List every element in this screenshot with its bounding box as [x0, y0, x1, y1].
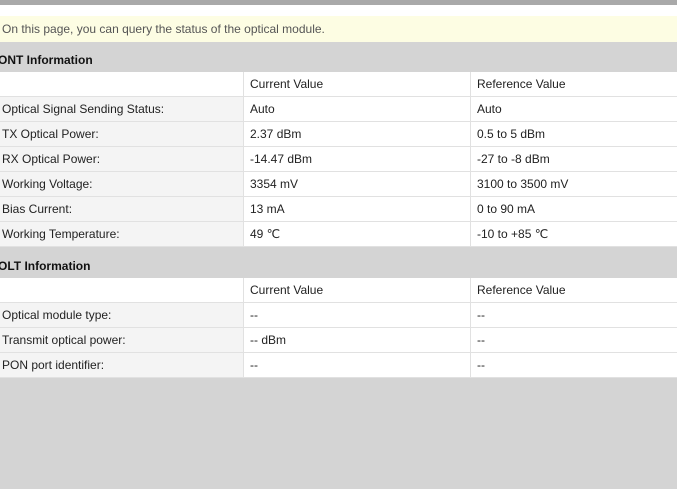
table-row: RX Optical Power: -14.47 dBm -27 to -8 d…: [0, 146, 677, 172]
header-blank-cell: [0, 72, 244, 97]
row-label: Bias Current:: [0, 196, 244, 222]
row-current-value: 2.37 dBm: [243, 121, 471, 147]
olt-section-title: OLT Information: [0, 254, 677, 278]
row-reference-value: 0 to 90 mA: [470, 196, 677, 222]
table-row: Bias Current: 13 mA 0 to 90 mA: [0, 196, 677, 222]
row-reference-value: 0.5 to 5 dBm: [470, 121, 677, 147]
row-reference-value: Auto: [470, 96, 677, 122]
olt-info-table: Current Value Reference Value Optical mo…: [0, 278, 677, 378]
row-reference-value: --: [470, 352, 677, 378]
row-label: PON port identifier:: [0, 352, 244, 378]
row-current-value: 3354 mV: [243, 171, 471, 197]
row-reference-value: -27 to -8 dBm: [470, 146, 677, 172]
table-header-row: Current Value Reference Value: [0, 278, 677, 303]
header-reference-value: Reference Value: [470, 72, 677, 97]
header-current-value: Current Value: [243, 278, 471, 303]
header-blank-cell: [0, 278, 244, 303]
row-current-value: -14.47 dBm: [243, 146, 471, 172]
table-row: Optical module type: -- --: [0, 302, 677, 328]
row-reference-value: --: [470, 327, 677, 353]
table-row: PON port identifier: -- --: [0, 352, 677, 378]
row-label: TX Optical Power:: [0, 121, 244, 147]
row-label: RX Optical Power:: [0, 146, 244, 172]
row-current-value: --: [243, 352, 471, 378]
row-label: Optical Signal Sending Status:: [0, 96, 244, 122]
row-current-value: -- dBm: [243, 327, 471, 353]
top-spacer: [0, 5, 677, 16]
header-reference-value: Reference Value: [470, 278, 677, 303]
row-label: Working Voltage:: [0, 171, 244, 197]
table-row: Optical Signal Sending Status: Auto Auto: [0, 96, 677, 122]
row-label: Transmit optical power:: [0, 327, 244, 353]
table-row: TX Optical Power: 2.37 dBm 0.5 to 5 dBm: [0, 121, 677, 147]
ont-info-table: Current Value Reference Value Optical Si…: [0, 72, 677, 247]
row-current-value: Auto: [243, 96, 471, 122]
ont-section-title: ONT Information: [0, 48, 677, 72]
row-current-value: 13 mA: [243, 196, 471, 222]
page-description: On this page, you can query the status o…: [0, 16, 677, 42]
row-label: Optical module type:: [0, 302, 244, 328]
table-header-row: Current Value Reference Value: [0, 72, 677, 97]
row-current-value: --: [243, 302, 471, 328]
table-row: Working Voltage: 3354 mV 3100 to 3500 mV: [0, 171, 677, 197]
row-reference-value: -10 to +85 ℃: [470, 221, 677, 247]
row-current-value: 49 ℃: [243, 221, 471, 247]
table-row: Transmit optical power: -- dBm --: [0, 327, 677, 353]
row-label: Working Temperature:: [0, 221, 244, 247]
table-row: Working Temperature: 49 ℃ -10 to +85 ℃: [0, 221, 677, 247]
row-reference-value: 3100 to 3500 mV: [470, 171, 677, 197]
header-current-value: Current Value: [243, 72, 471, 97]
row-reference-value: --: [470, 302, 677, 328]
